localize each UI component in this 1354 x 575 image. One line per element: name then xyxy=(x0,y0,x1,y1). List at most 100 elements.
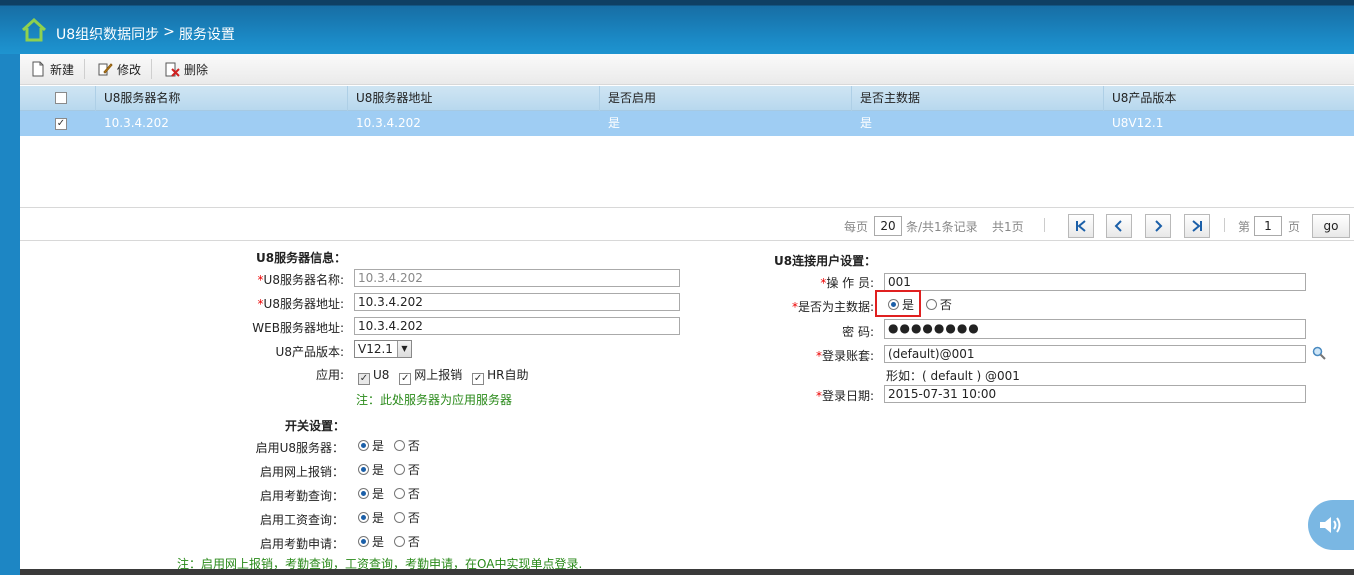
per-page-label: 每页 xyxy=(844,220,869,234)
account-input[interactable]: (default)@001 xyxy=(884,345,1306,363)
delete-button-label: 删除 xyxy=(184,62,209,77)
new-button[interactable]: 新建 xyxy=(28,59,86,79)
select-all-checkbox[interactable] xyxy=(55,92,67,104)
toolbar: 新建 修改 删除 xyxy=(20,54,1354,85)
row-checkbox[interactable]: ✓ xyxy=(55,117,67,130)
server-grid: U8服务器名称 U8服务器地址 是否启用 是否主数据 U8产品版本 ✓ 10.3… xyxy=(20,85,1354,136)
chevron-down-icon[interactable]: ▼ xyxy=(397,341,411,357)
new-document-icon xyxy=(32,61,44,77)
go-button[interactable]: go xyxy=(1312,214,1350,238)
master-data-label: *是否为主数据: xyxy=(760,298,874,315)
account-label-text: 登录账套: xyxy=(821,349,874,363)
column-header-enabled[interactable]: 是否启用 xyxy=(600,85,852,111)
last-page-button[interactable] xyxy=(1184,214,1210,238)
switch-u8-label: 启用U8服务器： xyxy=(255,441,344,455)
select-all-cell xyxy=(20,85,96,111)
server-address-label-text: U8服务器地址: xyxy=(263,297,344,311)
switch-reimburse-label: 启用网上报销： xyxy=(259,465,344,479)
master-yes-label: 是 xyxy=(902,298,915,312)
switch-u8-no-radio[interactable] xyxy=(393,440,405,451)
login-date-label: *登录日期: xyxy=(760,387,874,404)
switch-attendance-query-label: 启用考勤查询： xyxy=(259,489,344,503)
switch-attendance-apply-no-radio[interactable] xyxy=(393,536,405,547)
edit-button-label: 修改 xyxy=(117,62,142,77)
column-header-name[interactable]: U8服务器名称 xyxy=(96,85,348,111)
delete-button[interactable]: 删除 xyxy=(162,59,218,79)
app-header: U8组织数据同步 > 服务设置 xyxy=(0,0,1354,54)
prev-page-button[interactable] xyxy=(1106,214,1132,238)
new-button-label: 新建 xyxy=(50,62,75,77)
home-icon[interactable] xyxy=(20,16,48,44)
switch-settings-title: 开关设置： xyxy=(285,419,346,433)
app-hr-checkbox[interactable]: ✓ xyxy=(472,373,485,385)
account-hint: 形如：( default ) @001 xyxy=(886,369,1020,383)
page-label: 第 xyxy=(1238,220,1251,234)
first-page-button[interactable] xyxy=(1068,214,1094,238)
switch-reimburse-yes-radio[interactable] xyxy=(358,464,369,475)
operator-label-text: 操 作 员: xyxy=(826,276,874,290)
switch-salary-query-no-radio[interactable] xyxy=(393,512,405,523)
next-page-icon xyxy=(1155,220,1163,232)
operator-input[interactable]: 001 xyxy=(884,273,1306,291)
pager-divider xyxy=(1044,218,1045,232)
application-options: ✓ U8 ✓ 网上报销 ✓ HR自助 xyxy=(358,366,528,385)
master-yes-radio[interactable] xyxy=(888,299,899,310)
pager: 每页 20 条/共1条记录 共1页 第 1 页 go xyxy=(20,207,1354,241)
next-page-button[interactable] xyxy=(1145,214,1171,238)
app-reimburse-checkbox[interactable]: ✓ xyxy=(399,373,412,385)
pager-divider-2 xyxy=(1224,218,1225,232)
switch-salary-query-yes-radio[interactable] xyxy=(358,512,369,523)
web-server-input[interactable]: 10.3.4.202 xyxy=(354,317,680,335)
main-panel: 新建 修改 删除 U8服务器名称 U8服务器地址 是否启用 是否主数据 U8产品… xyxy=(20,54,1354,571)
server-address-label: *U8服务器地址: xyxy=(240,295,344,312)
edit-icon xyxy=(98,63,113,76)
column-header-version[interactable]: U8产品版本 xyxy=(1104,86,1354,111)
page-unit: 页 xyxy=(1288,220,1301,234)
breadcrumb-separator: > xyxy=(163,24,175,40)
version-label: U8产品版本: xyxy=(275,345,344,359)
switch-u8-options: 是 否 xyxy=(358,437,420,454)
switch-attendance-query-options: 是 否 xyxy=(358,485,420,502)
version-select-value: V12.1 xyxy=(358,342,393,356)
switch-reimburse-no-radio[interactable] xyxy=(393,464,405,475)
edit-button[interactable]: 修改 xyxy=(95,59,153,79)
switch-yes-label: 是 xyxy=(372,463,385,477)
switch-yes-label: 是 xyxy=(372,487,385,501)
user-settings-title: U8连接用户设置： xyxy=(774,254,877,268)
switch-no-label: 否 xyxy=(407,487,420,501)
switch-attendance-apply-label: 启用考勤申请： xyxy=(259,537,344,551)
switch-no-label: 否 xyxy=(407,511,420,525)
switch-salary-query-label: 启用工资查询： xyxy=(259,513,344,527)
master-no-radio[interactable] xyxy=(925,299,937,310)
version-select[interactable]: V12.1 ▼ xyxy=(354,340,412,358)
app-u8-checkbox[interactable]: ✓ xyxy=(358,373,370,385)
switch-attendance-query-yes-radio[interactable] xyxy=(358,488,369,499)
app-reimburse-label: 网上报销 xyxy=(414,368,463,382)
server-name-label: *U8服务器名称: xyxy=(240,271,344,288)
switch-reimburse-options: 是 否 xyxy=(358,461,420,478)
breadcrumb-module[interactable]: U8组织数据同步 xyxy=(56,24,159,44)
switch-yes-label: 是 xyxy=(372,535,385,549)
server-address-input[interactable]: 10.3.4.202 xyxy=(354,293,680,311)
column-header-master[interactable]: 是否主数据 xyxy=(852,85,1104,111)
switch-attendance-apply-yes-radio[interactable] xyxy=(358,536,369,547)
search-icon[interactable] xyxy=(1312,346,1326,360)
switch-no-label: 否 xyxy=(407,463,420,477)
app-u8-label: U8 xyxy=(373,368,390,382)
switch-salary-query-options: 是 否 xyxy=(358,509,420,526)
row-select-cell: ✓ xyxy=(20,111,96,136)
web-server-label: WEB服务器地址: xyxy=(252,321,344,335)
login-date-input[interactable]: 2015-07-31 10:00 xyxy=(884,385,1306,403)
speaker-button[interactable] xyxy=(1308,500,1354,550)
operator-label: *操 作 员: xyxy=(760,274,874,291)
password-input[interactable]: ●●●●●●●● xyxy=(884,319,1306,339)
page-input[interactable]: 1 xyxy=(1254,216,1282,236)
table-row[interactable]: ✓ 10.3.4.202 10.3.4.202 是 是 U8V12.1 xyxy=(20,111,1354,136)
server-name-input[interactable]: 10.3.4.202 xyxy=(354,269,680,287)
switch-u8-yes-radio[interactable] xyxy=(358,440,369,451)
application-label: 应用: xyxy=(315,368,344,382)
account-label: *登录账套: xyxy=(760,347,874,364)
per-page-input[interactable]: 20 xyxy=(874,216,902,236)
switch-attendance-query-no-radio[interactable] xyxy=(393,488,405,499)
column-header-address[interactable]: U8服务器地址 xyxy=(348,85,600,111)
